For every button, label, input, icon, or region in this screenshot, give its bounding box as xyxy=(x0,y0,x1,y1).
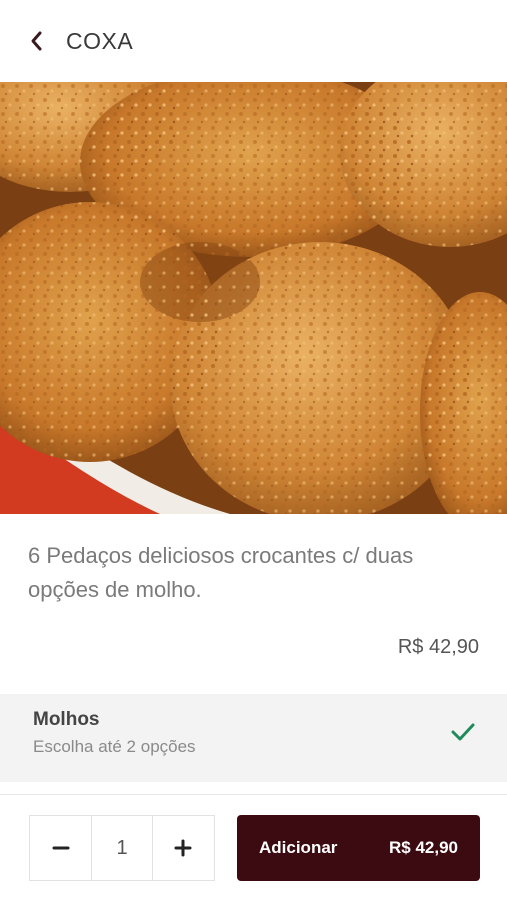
option-group-sauces[interactable]: Molhos Escolha até 2 opções xyxy=(0,694,507,782)
plus-icon xyxy=(174,839,192,857)
increment-button[interactable] xyxy=(153,816,214,880)
chevron-left-icon xyxy=(31,31,42,51)
add-button-label: Adicionar xyxy=(259,838,338,857)
product-price: R$ 42,90 xyxy=(397,636,479,658)
decrement-button[interactable] xyxy=(30,816,91,880)
quantity-stepper: 1 xyxy=(29,815,215,881)
add-to-cart-button[interactable]: Adicionar R$ 42,90 xyxy=(237,815,480,881)
minus-icon xyxy=(52,846,70,850)
product-description: 6 Pedaços deliciosos crocantes c/ duas o… xyxy=(28,543,414,602)
footer-divider xyxy=(0,794,507,795)
check-icon xyxy=(451,723,475,741)
page-title: COXA xyxy=(66,27,134,54)
product-image xyxy=(0,82,507,514)
app-header: COXA xyxy=(0,0,507,82)
quantity-value: 1 xyxy=(91,816,153,880)
add-button-price: R$ 42,90 xyxy=(389,838,458,857)
option-group-subtitle: Escolha até 2 opções xyxy=(33,737,196,756)
back-button[interactable] xyxy=(22,27,50,55)
option-group-title: Molhos xyxy=(33,709,100,730)
